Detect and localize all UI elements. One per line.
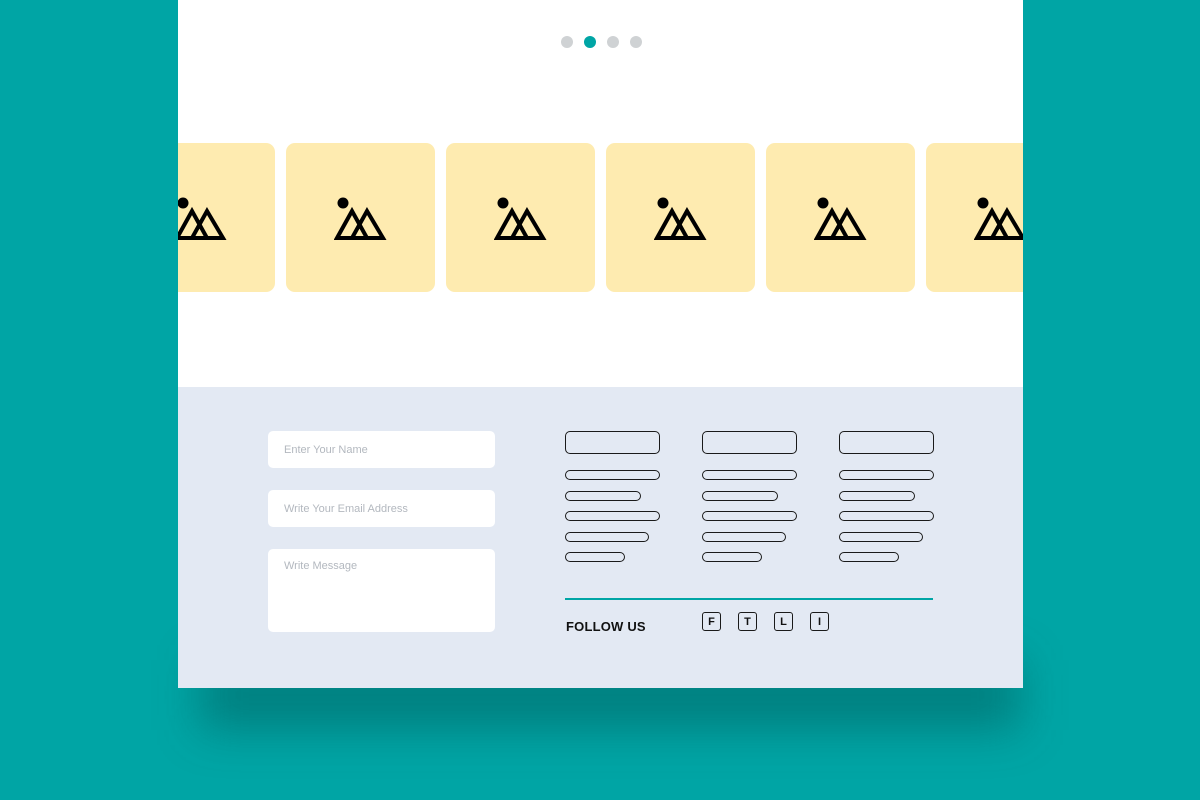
footer-link-column-3 — [839, 431, 934, 573]
carousel-dot-3[interactable] — [607, 36, 619, 48]
linkedin-icon[interactable]: L — [774, 612, 793, 631]
social-links: F T L I — [702, 612, 829, 631]
footer-column-heading[interactable] — [565, 431, 660, 454]
footer-link-column-1 — [565, 431, 660, 573]
footer-link[interactable] — [702, 511, 797, 521]
carousel-dot-2-active[interactable] — [584, 36, 596, 48]
footer-link[interactable] — [702, 490, 778, 501]
carousel-dot-4[interactable] — [630, 36, 642, 48]
image-placeholder-icon — [653, 197, 707, 240]
footer-link[interactable] — [565, 470, 660, 480]
email-input[interactable] — [268, 490, 495, 527]
footer-link[interactable] — [702, 552, 762, 562]
image-gallery-strip — [178, 143, 1023, 293]
gallery-tile-6[interactable] — [926, 143, 1023, 292]
footer-link[interactable] — [565, 531, 649, 542]
facebook-icon[interactable]: F — [702, 612, 721, 631]
name-input[interactable] — [268, 431, 495, 468]
gallery-tile-2[interactable] — [286, 143, 435, 292]
footer-link[interactable] — [839, 470, 934, 480]
footer: FOLLOW US F T L I — [178, 387, 1023, 688]
image-placeholder-icon — [813, 197, 867, 240]
image-placeholder-icon — [178, 197, 227, 240]
footer-link[interactable] — [839, 490, 915, 501]
image-placeholder-icon — [493, 197, 547, 240]
twitter-icon[interactable]: T — [738, 612, 757, 631]
footer-link[interactable] — [702, 531, 786, 542]
image-placeholder-icon — [333, 197, 387, 240]
carousel-dot-1[interactable] — [561, 36, 573, 48]
follow-us-label: FOLLOW US — [566, 619, 646, 634]
footer-column-heading[interactable] — [839, 431, 934, 454]
footer-link[interactable] — [702, 470, 797, 480]
footer-link[interactable] — [565, 511, 660, 521]
website-mockup-page: FOLLOW US F T L I — [178, 0, 1023, 688]
footer-link[interactable] — [565, 552, 625, 562]
footer-link-column-2 — [702, 431, 797, 573]
footer-link[interactable] — [839, 511, 934, 521]
carousel-pagination — [561, 36, 642, 48]
gallery-tile-5[interactable] — [766, 143, 915, 292]
instagram-icon[interactable]: I — [810, 612, 829, 631]
message-textarea[interactable] — [268, 549, 495, 632]
footer-divider — [565, 598, 933, 600]
footer-column-heading[interactable] — [702, 431, 797, 454]
footer-link[interactable] — [839, 531, 923, 542]
image-placeholder-icon — [973, 197, 1023, 240]
footer-link[interactable] — [565, 490, 641, 501]
gallery-tile-4[interactable] — [606, 143, 755, 292]
gallery-tile-3[interactable] — [446, 143, 595, 292]
gallery-tile-1[interactable] — [178, 143, 275, 292]
footer-link[interactable] — [839, 552, 899, 562]
